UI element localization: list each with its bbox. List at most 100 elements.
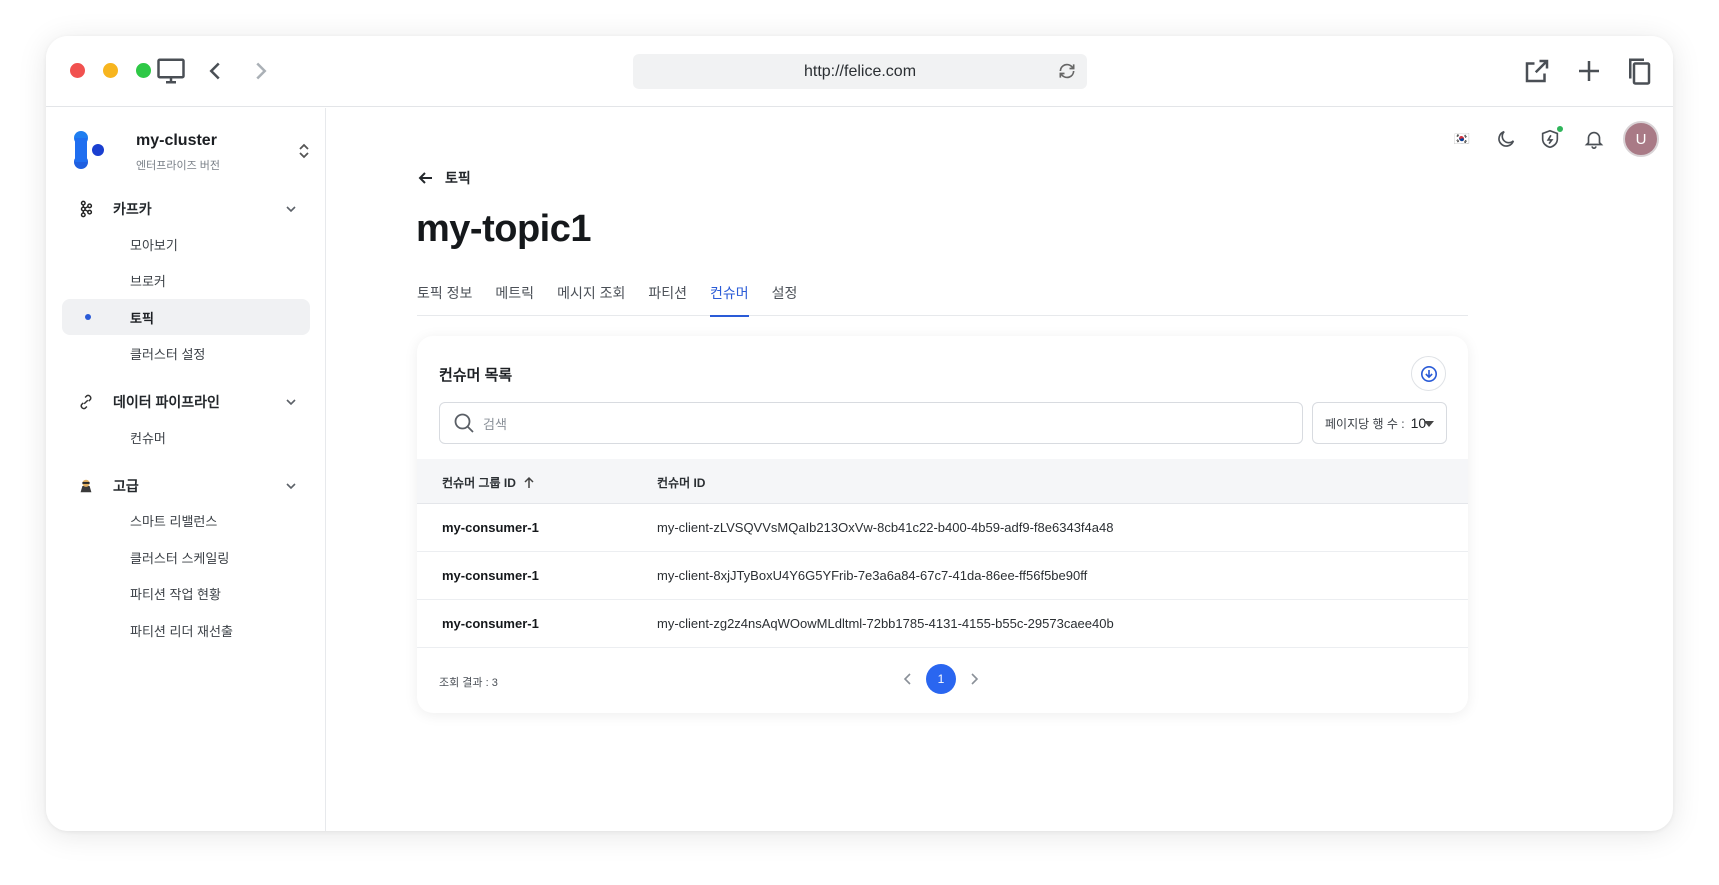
nav-group-data-pipeline[interactable]: 데이터 파이프라인 bbox=[72, 387, 316, 417]
sidebar-item-cluster-settings[interactable]: 클러스터 설정 bbox=[62, 335, 310, 371]
pagination: 1 bbox=[900, 664, 982, 694]
cell-group-id: my-consumer-1 bbox=[442, 520, 539, 535]
nav-group-advanced[interactable]: 고급 bbox=[72, 471, 316, 501]
tab-consumers[interactable]: 컨슈머 bbox=[710, 280, 749, 317]
sidebar-item-brokers[interactable]: 브로커 bbox=[62, 262, 310, 298]
header-actions: 🇰🇷 U bbox=[1429, 120, 1659, 158]
page-title: my-topic1 bbox=[416, 208, 591, 250]
chevron-down-icon bbox=[286, 483, 296, 490]
monitor-icon[interactable] bbox=[156, 56, 186, 86]
language-flag-icon[interactable]: 🇰🇷 bbox=[1451, 128, 1473, 150]
sidebar: my-cluster 엔터프라이즈 버전 카프카 모아보기 브로커 토픽 클러스… bbox=[46, 108, 326, 831]
table-header: 컨슈머 그룹 ID 컨슈머 ID bbox=[417, 459, 1468, 504]
kafka-icon bbox=[76, 199, 96, 219]
nav-group-label: 카프카 bbox=[113, 201, 152, 217]
consumer-list-card: 컨슈머 목록 검색 페이지당 행 수 : 10 컨슈머 그룹 ID 컨슈머 ID bbox=[417, 336, 1468, 713]
url-text: http://felice.com bbox=[803, 62, 917, 80]
rows-per-page-select[interactable]: 페이지당 행 수 : 10 bbox=[1312, 402, 1447, 444]
sidebar-item-label: 클러스터 설정 bbox=[130, 346, 206, 362]
chevron-down-icon bbox=[286, 399, 296, 406]
sidebar-item-label: 브로커 bbox=[130, 273, 166, 289]
chevron-right-icon[interactable] bbox=[966, 671, 982, 687]
cell-consumer-id: my-client-8xjJTyBoxU4Y6G5YFrib-7e3a6a84-… bbox=[657, 568, 1088, 583]
card-title: 컨슈머 목록 bbox=[439, 367, 513, 384]
main-content: 🇰🇷 U 토픽 my-topic1 토픽 정보 메트릭 메시지 조회 파티션 컨… bbox=[327, 108, 1673, 831]
download-button[interactable] bbox=[1411, 356, 1446, 391]
open-external-icon[interactable] bbox=[1522, 56, 1552, 86]
search-placeholder: 검색 bbox=[483, 416, 507, 432]
cluster-name: my-cluster bbox=[136, 132, 217, 149]
brand-logo-icon bbox=[74, 131, 104, 169]
nav-group-kafka[interactable]: 카프카 bbox=[72, 194, 316, 224]
back-label: 토픽 bbox=[445, 170, 471, 186]
minimize-window-button[interactable] bbox=[103, 63, 118, 78]
tab-settings[interactable]: 설정 bbox=[772, 280, 798, 316]
browser-window: http://felice.com my-cluster 엔터프라이즈 버전 카… bbox=[46, 36, 1673, 831]
sidebar-item-overview[interactable]: 모아보기 bbox=[62, 226, 310, 262]
sidebar-item-topics[interactable]: 토픽 bbox=[62, 299, 310, 335]
cell-group-id: my-consumer-1 bbox=[442, 616, 539, 631]
download-icon bbox=[1420, 365, 1437, 382]
sidebar-item-label: 파티션 작업 현황 bbox=[130, 586, 221, 602]
caret-down-icon bbox=[1424, 421, 1434, 427]
cluster-selector[interactable]: my-cluster 엔터프라이즈 버전 bbox=[72, 130, 312, 176]
sidebar-item-cluster-scaling[interactable]: 클러스터 스케일링 bbox=[62, 539, 310, 575]
column-header-label: 컨슈머 ID bbox=[657, 476, 706, 490]
reload-icon[interactable] bbox=[1057, 61, 1077, 81]
back-nav-icon[interactable] bbox=[200, 56, 230, 86]
column-header-group-id[interactable]: 컨슈머 그룹 ID bbox=[442, 474, 536, 491]
sidebar-item-partition-jobs[interactable]: 파티션 작업 현황 bbox=[62, 575, 310, 611]
rows-per-page-label: 페이지당 행 수 : bbox=[1325, 416, 1405, 431]
bell-icon[interactable] bbox=[1583, 128, 1605, 150]
back-link[interactable]: 토픽 bbox=[417, 168, 471, 188]
sidebar-item-leader-election[interactable]: 파티션 리더 재선출 bbox=[62, 612, 310, 648]
new-tab-icon[interactable] bbox=[1574, 56, 1604, 86]
chevron-updown-icon bbox=[299, 143, 309, 159]
result-count: 조회 결과 : 3 bbox=[439, 677, 498, 689]
chevron-down-icon bbox=[286, 206, 296, 213]
search-icon bbox=[454, 413, 474, 433]
sidebar-item-label: 토픽 bbox=[130, 310, 154, 326]
copy-icon[interactable] bbox=[1624, 56, 1654, 86]
moon-icon[interactable] bbox=[1495, 128, 1517, 150]
sidebar-item-label: 컨슈머 bbox=[130, 430, 166, 446]
sidebar-item-label: 파티션 리더 재선출 bbox=[130, 623, 233, 639]
browser-toolbar: http://felice.com bbox=[46, 36, 1673, 107]
cell-consumer-id: my-client-zLVSQVVsMQaIb213OxVw-8cb41c22-… bbox=[657, 520, 1114, 535]
nav-group-label: 데이터 파이프라인 bbox=[113, 394, 220, 410]
cell-consumer-id: my-client-zg2z4nsAqWOowMLdltml-72bb1785-… bbox=[657, 616, 1114, 631]
page-button-current[interactable]: 1 bbox=[926, 664, 956, 694]
sidebar-item-smart-rebalance[interactable]: 스마트 리밸런스 bbox=[62, 502, 310, 538]
shield-icon[interactable] bbox=[1539, 125, 1564, 150]
active-indicator bbox=[85, 314, 91, 320]
search-input[interactable]: 검색 bbox=[439, 402, 1303, 444]
tab-bar: 토픽 정보 메트릭 메시지 조회 파티션 컨슈머 설정 bbox=[417, 280, 1468, 317]
sidebar-item-consumers[interactable]: 컨슈머 bbox=[62, 419, 310, 455]
table-row[interactable]: my-consumer-1 my-client-zLVSQVVsMQaIb213… bbox=[417, 504, 1468, 552]
sidebar-item-label: 클러스터 스케일링 bbox=[130, 550, 230, 566]
avatar[interactable]: U bbox=[1623, 121, 1659, 157]
nav-group-label: 고급 bbox=[113, 478, 139, 494]
address-bar[interactable]: http://felice.com bbox=[633, 54, 1087, 89]
sidebar-item-label: 스마트 리밸런스 bbox=[130, 513, 218, 529]
table-row[interactable]: my-consumer-1 my-client-8xjJTyBoxU4Y6G5Y… bbox=[417, 552, 1468, 600]
status-dot bbox=[1556, 125, 1564, 133]
column-header-consumer-id[interactable]: 컨슈머 ID bbox=[657, 474, 705, 491]
tab-partitions[interactable]: 파티션 bbox=[648, 280, 687, 316]
sort-ascending-icon bbox=[524, 476, 534, 488]
sidebar-item-label: 모아보기 bbox=[130, 237, 178, 253]
table-row[interactable]: my-consumer-1 my-client-zg2z4nsAqWOowMLd… bbox=[417, 600, 1468, 648]
forward-nav-icon[interactable] bbox=[246, 56, 276, 86]
chevron-left-icon[interactable] bbox=[900, 671, 916, 687]
close-window-button[interactable] bbox=[70, 63, 85, 78]
arrow-left-icon bbox=[418, 172, 432, 184]
link-icon bbox=[76, 392, 96, 412]
tab-topic-info[interactable]: 토픽 정보 bbox=[417, 280, 472, 316]
column-header-label: 컨슈머 그룹 ID bbox=[442, 476, 516, 490]
maximize-window-button[interactable] bbox=[136, 63, 151, 78]
tab-messages[interactable]: 메시지 조회 bbox=[557, 280, 625, 316]
cluster-edition: 엔터프라이즈 버전 bbox=[136, 160, 221, 172]
cell-group-id: my-consumer-1 bbox=[442, 568, 539, 583]
ninja-icon bbox=[76, 476, 96, 496]
tab-metrics[interactable]: 메트릭 bbox=[495, 280, 534, 316]
